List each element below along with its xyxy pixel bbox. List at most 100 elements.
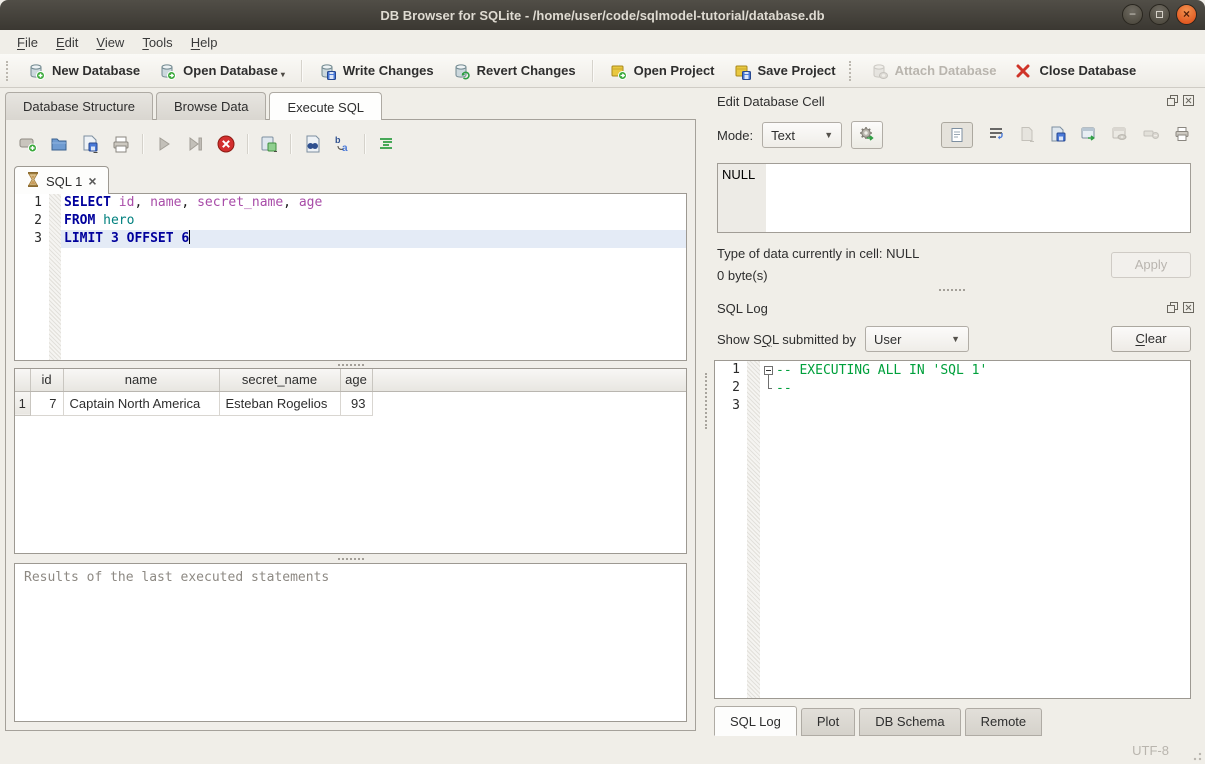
cell-age[interactable]: 93	[340, 391, 372, 415]
submitted-by-value: User	[874, 332, 901, 347]
column-header-name[interactable]: name	[63, 369, 219, 391]
resize-grip-icon[interactable]	[1190, 749, 1202, 761]
word-wrap-icon[interactable]	[988, 126, 1004, 145]
mode-select[interactable]: Text ▼	[762, 122, 842, 148]
line-number: 1	[715, 361, 747, 379]
menu-edit[interactable]: Edit	[47, 32, 87, 53]
print-sql-icon[interactable]	[111, 134, 131, 154]
text-mode-toggle[interactable]	[941, 122, 973, 148]
open-project-button[interactable]: Open Project	[600, 58, 724, 84]
column-header-age[interactable]: age	[340, 369, 372, 391]
close-database-label: Close Database	[1039, 63, 1136, 78]
replace-icon[interactable]: ba	[333, 134, 353, 154]
window-controls: − ×	[1122, 4, 1197, 25]
text-cursor	[189, 230, 190, 244]
database-attach-icon	[870, 62, 888, 80]
column-header-id[interactable]: id	[30, 369, 63, 391]
splitter-handle	[338, 558, 364, 560]
format-sql-icon[interactable]	[376, 134, 396, 154]
menu-file[interactable]: File	[8, 32, 47, 53]
project-open-icon	[609, 62, 627, 80]
menu-view[interactable]: View	[87, 32, 133, 53]
sql-tab-close-icon[interactable]: ×	[88, 175, 96, 187]
float-panel-icon[interactable]	[1167, 301, 1178, 316]
execute-all-icon[interactable]	[154, 134, 174, 154]
stop-execution-icon[interactable]	[216, 134, 236, 154]
maximize-icon[interactable]	[1149, 4, 1170, 25]
auto-apply-button[interactable]	[851, 121, 883, 149]
revert-changes-button[interactable]: Revert Changes	[443, 58, 585, 84]
results-message-pane[interactable]: Results of the last executed statements	[14, 563, 687, 722]
cell-name[interactable]: Captain North America	[63, 391, 219, 415]
splitter-docks[interactable]	[708, 283, 1196, 297]
sql-log-editor[interactable]: 1 2 3 -- EXECUTING ALL IN 'SQL 1' --	[714, 360, 1191, 699]
find-icon[interactable]	[302, 134, 322, 154]
dock-tab-plot[interactable]: Plot	[801, 708, 855, 736]
corner-header[interactable]	[15, 369, 30, 391]
new-database-button[interactable]: New Database	[18, 58, 149, 84]
code-token: age	[299, 195, 322, 210]
write-changes-label: Write Changes	[343, 63, 434, 78]
cell-id[interactable]: 7	[30, 391, 63, 415]
sql-editor[interactable]: 123 SELECT id, name, secret_name, ageFRO…	[14, 193, 687, 361]
export-results-icon[interactable]	[259, 134, 279, 154]
sql-editor-body[interactable]: SELECT id, name, secret_name, ageFROM he…	[61, 194, 686, 360]
menu-help[interactable]: Help	[182, 32, 227, 53]
minimize-icon[interactable]: −	[1122, 4, 1143, 25]
fold-collapse-icon[interactable]	[764, 366, 773, 375]
splitter-results-message[interactable]	[14, 554, 687, 563]
status-bar: UTF-8	[0, 736, 1205, 764]
export-cell-icon[interactable]	[1050, 126, 1066, 145]
save-project-button[interactable]: Save Project	[724, 58, 845, 84]
clear-log-button[interactable]: Clear	[1111, 326, 1191, 352]
dock-tab-db-schema[interactable]: DB Schema	[859, 708, 960, 736]
open-database-button[interactable]: Open Database ▾	[149, 58, 294, 84]
sql-log-filter-row: Show SQL submitted by User ▼ Clear	[717, 326, 1191, 352]
float-panel-icon[interactable]	[1167, 94, 1178, 109]
save-project-label: Save Project	[758, 63, 836, 78]
code-line[interactable]: SELECT id, name, secret_name, age	[61, 194, 686, 212]
sql-tab[interactable]: SQL 1 ×	[14, 166, 109, 194]
save-sql-file-icon[interactable]	[80, 134, 100, 154]
submitted-by-select[interactable]: User ▼	[865, 326, 969, 352]
cell-editor[interactable]: NULL	[717, 163, 1191, 233]
close-panel-icon[interactable]	[1183, 94, 1194, 109]
line-number: 3	[715, 397, 747, 415]
code-line[interactable]: LIMIT 3 OFFSET 6	[61, 230, 686, 248]
row-number[interactable]: 1	[15, 391, 30, 415]
table-row[interactable]: 1 7 Captain North America Esteban Rogeli…	[15, 391, 686, 415]
code-line[interactable]: FROM hero	[61, 212, 686, 230]
toolbar-handle[interactable]	[849, 61, 854, 81]
tab-browse-data[interactable]: Browse Data	[156, 92, 266, 120]
execute-line-icon[interactable]	[185, 134, 205, 154]
log-body[interactable]: -- EXECUTING ALL IN 'SQL 1' --	[760, 361, 1190, 698]
close-icon[interactable]: ×	[1176, 4, 1197, 25]
dock-tab-remote[interactable]: Remote	[965, 708, 1043, 736]
open-database-dropdown-icon[interactable]: ▾	[281, 70, 285, 79]
code-token	[111, 195, 119, 210]
code-token: ,	[134, 195, 150, 210]
attach-database-button: Attach Database	[861, 58, 1006, 84]
cell-secret-name[interactable]: Esteban Rogelios	[219, 391, 340, 415]
menu-tools[interactable]: Tools	[133, 32, 181, 53]
toolbar-handle[interactable]	[6, 61, 11, 81]
write-changes-button[interactable]: Write Changes	[309, 58, 443, 84]
tab-database-structure[interactable]: Database Structure	[5, 92, 153, 120]
mode-label: Mode:	[717, 128, 753, 143]
close-database-button[interactable]: Close Database	[1005, 58, 1145, 84]
new-sql-tab-icon[interactable]	[18, 134, 38, 154]
splitter-editor-results[interactable]	[14, 361, 687, 368]
log-line: --	[762, 379, 1190, 397]
open-sql-file-icon[interactable]	[49, 134, 69, 154]
line-number: 3	[15, 230, 49, 248]
svg-text:b: b	[335, 135, 341, 145]
print-cell-icon[interactable]	[1174, 126, 1190, 145]
code-token	[95, 213, 103, 228]
dock-tab-sql-log[interactable]: SQL Log	[714, 706, 797, 736]
column-header-secret-name[interactable]: secret_name	[219, 369, 340, 391]
attach-database-label: Attach Database	[895, 63, 997, 78]
open-external-icon[interactable]	[1081, 126, 1097, 145]
results-grid[interactable]: id name secret_name age 1 7 Captain Nort…	[14, 368, 687, 554]
close-panel-icon[interactable]	[1183, 301, 1194, 316]
tab-execute-sql[interactable]: Execute SQL	[269, 92, 382, 120]
